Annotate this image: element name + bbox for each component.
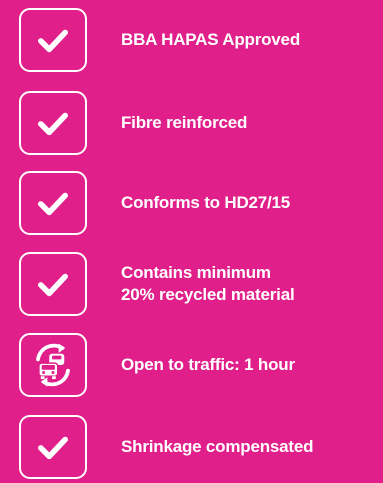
feature-item-shrinkage-compensated: Shrinkage compensated xyxy=(19,415,383,479)
checkmark-icon xyxy=(19,171,87,235)
feature-item-conforms-hd27: Conforms to HD27/15 xyxy=(19,171,383,235)
feature-item-open-to-traffic: Open to traffic: 1 hour xyxy=(19,333,383,397)
feature-label: Conforms to HD27/15 xyxy=(121,193,291,212)
feature-item-bba-hapas-approved: BBA HAPAS Approved xyxy=(19,8,383,72)
traffic-cars-icon xyxy=(19,333,87,397)
checkmark-icon xyxy=(19,252,87,316)
feature-label: Fibre reinforced xyxy=(121,113,248,132)
feature-label: BBA HAPAS Approved xyxy=(121,30,301,49)
feature-list: BBA HAPAS Approved Fibre reinforced Conf… xyxy=(0,0,383,483)
feature-item-recycled-material: Contains minimum 20% recycled material xyxy=(19,252,383,316)
checkmark-icon xyxy=(19,8,87,72)
checkmark-icon xyxy=(19,91,87,155)
feature-label: Open to traffic: 1 hour xyxy=(121,355,295,374)
feature-label: Contains minimum 20% recycled material xyxy=(121,263,295,304)
feature-label: Shrinkage compensated xyxy=(121,437,314,456)
feature-item-fibre-reinforced: Fibre reinforced xyxy=(19,91,383,155)
checkmark-icon xyxy=(19,415,87,479)
